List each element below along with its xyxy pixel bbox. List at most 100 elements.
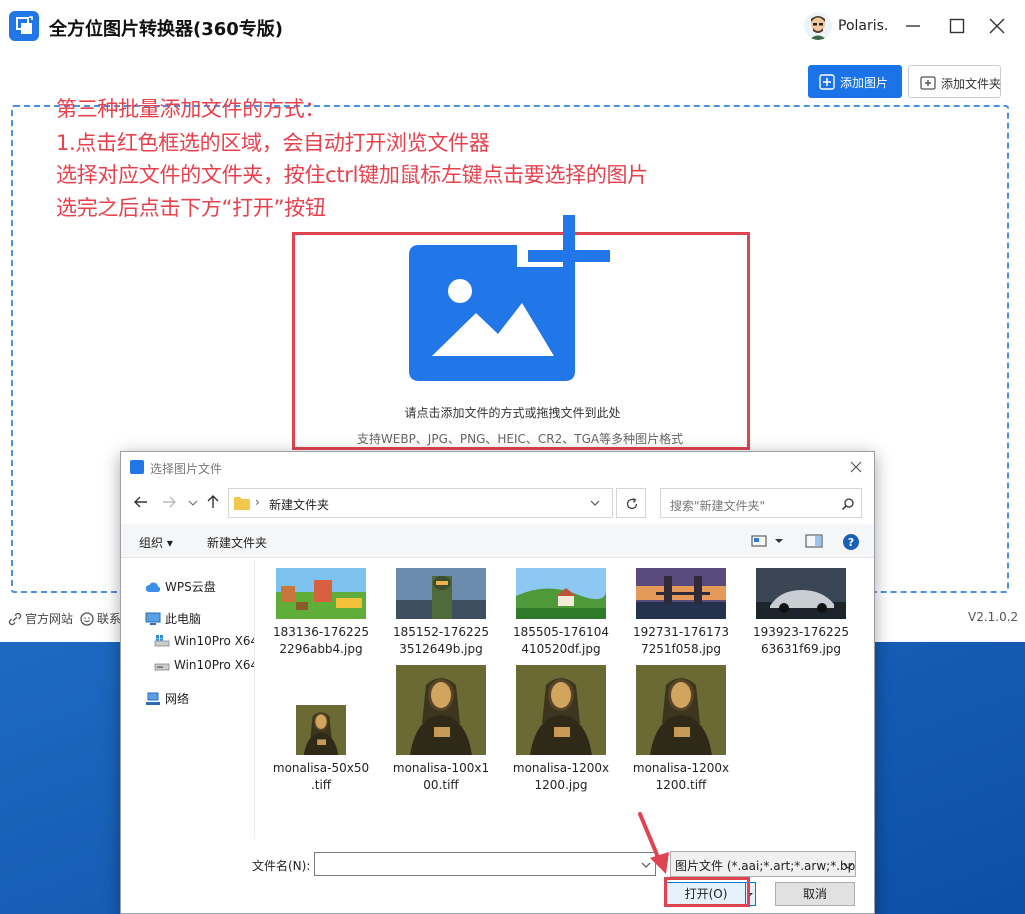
dialog-app-icon — [130, 460, 144, 474]
navigation-pane: WPS云盘 此电脑 Win10Pro X64 Win10Pro X64 网络 — [121, 559, 255, 839]
file-thumbnail[interactable] — [296, 705, 346, 755]
highlight-box-open — [664, 877, 750, 907]
view-options-icon[interactable] — [751, 533, 785, 549]
contact-icon — [80, 612, 94, 626]
new-folder-button[interactable]: 新建文件夹 — [207, 534, 267, 551]
minimize-button[interactable] — [897, 10, 929, 42]
forward-arrow-icon[interactable] — [159, 492, 179, 512]
add-folder-icon — [920, 76, 936, 90]
file-thumbnail[interactable] — [396, 665, 486, 755]
sidebar-item-drive-c[interactable]: Win10Pro X64 — [154, 634, 255, 648]
file-name[interactable]: 185505-176104 410520df.jpg — [507, 624, 615, 658]
dropzone-main-text: 请点击添加文件的方式或拖拽文件到此处 — [404, 406, 621, 420]
file-name[interactable]: 183136-176225 2296abb4.jpg — [267, 624, 375, 658]
sidebar-item-label: 此电脑 — [165, 612, 202, 626]
file-thumbnail[interactable] — [396, 568, 486, 619]
minimize-icon — [906, 25, 920, 27]
system-drive-icon — [154, 635, 170, 647]
file-thumbnail[interactable] — [516, 568, 606, 619]
version-label: V2.1.0.2 — [968, 610, 1019, 624]
instruction-line-4: 选完之后点击下方“打开”按钮 — [56, 196, 326, 220]
file-type-value: 图片文件 (*.aai;*.art;*.arw;*.bp — [675, 859, 856, 873]
recent-dropdown-icon[interactable] — [183, 492, 203, 512]
add-image-button[interactable]: 添加图片 — [808, 65, 902, 98]
game-screenshot-image — [276, 568, 366, 619]
file-thumbnail[interactable] — [636, 568, 726, 619]
file-type-select[interactable]: 图片文件 (*.aai;*.art;*.arw;*.bp — [670, 851, 856, 877]
folder-icon — [234, 497, 250, 510]
sidebar-item-label: Win10Pro X64 — [174, 658, 255, 672]
sidebar-item-label: Win10Pro X64 — [174, 634, 255, 648]
file-name[interactable]: monalisa-100x1 00.tiff — [387, 760, 495, 794]
back-arrow-icon[interactable] — [131, 492, 151, 512]
file-name[interactable]: 193923-176225 63631f69.jpg — [747, 624, 855, 658]
computer-icon — [145, 612, 161, 625]
dropzone-sub-text: 支持WEBP、JPG、PNG、HEIC、CR2、TGA等多种图片格式 — [356, 432, 684, 446]
add-folder-button[interactable]: 添加文件夹 — [908, 65, 1001, 98]
close-icon — [989, 18, 1005, 34]
svg-text:?: ? — [848, 536, 854, 549]
instruction-line-1: 第三种批量添加文件的方式： — [56, 97, 326, 121]
add-image-icon — [819, 74, 835, 90]
maximize-button[interactable] — [941, 10, 973, 42]
address-bar[interactable]: › 新建文件夹 — [228, 488, 613, 518]
sidebar-item-this-pc[interactable]: 此电脑 — [145, 610, 201, 627]
landscape-village-image — [516, 568, 606, 619]
close-button[interactable] — [981, 10, 1013, 42]
sidebar-item-wps-cloud[interactable]: WPS云盘 — [145, 578, 216, 595]
maximize-icon — [949, 18, 965, 34]
help-icon[interactable]: ? — [842, 533, 860, 551]
app-title: 全方位图片转换器(360专版) — [49, 19, 284, 40]
cloud-icon — [145, 582, 161, 592]
drive-icon — [154, 663, 170, 671]
chevron-down-icon — [843, 863, 853, 869]
file-name[interactable]: monalisa-50x50 .tiff — [267, 760, 375, 794]
preview-pane-icon[interactable] — [805, 533, 823, 549]
file-open-dialog: 选择图片文件 › 新建文件夹 搜索"新建文件夹" 组织 ▾ 新建文件夹 ? WP… — [120, 451, 875, 914]
sidebar-item-network[interactable]: 网络 — [145, 690, 189, 707]
mona-lisa-image — [296, 705, 346, 755]
chevron-down-icon[interactable] — [589, 497, 601, 509]
organize-menu[interactable]: 组织 ▾ — [139, 534, 173, 551]
armored-soldier-image — [396, 568, 486, 619]
breadcrumb-separator: › — [255, 495, 260, 509]
user-avatar[interactable] — [804, 12, 832, 40]
dialog-close-icon[interactable] — [847, 458, 865, 476]
file-name[interactable]: monalisa-1200x 1200.jpg — [507, 760, 615, 794]
sidebar-item-label: WPS云盘 — [165, 580, 216, 594]
address-path[interactable]: 新建文件夹 — [269, 496, 329, 513]
file-name[interactable]: 192731-176173 7251f058.jpg — [627, 624, 735, 658]
instruction-line-2: 1.点击红色框选的区域，会自动打开浏览文件器 — [56, 131, 490, 155]
dialog-title: 选择图片文件 — [150, 462, 223, 476]
cancel-button[interactable]: 取消 — [775, 882, 855, 906]
username[interactable]: Polaris. — [838, 18, 888, 34]
file-thumbnail[interactable] — [756, 568, 846, 619]
mona-lisa-image — [516, 665, 606, 755]
annotation-arrow-icon — [638, 812, 669, 874]
file-thumbnail[interactable] — [636, 665, 726, 755]
race-car-image — [756, 568, 846, 619]
search-input[interactable]: 搜索"新建文件夹" — [660, 488, 862, 518]
dialog-toolbar: 组织 ▾ 新建文件夹 ? — [121, 524, 874, 558]
add-image-large-icon[interactable] — [409, 215, 611, 383]
filename-label: 文件名(N): — [252, 859, 311, 873]
add-folder-label: 添加文件夹 — [941, 77, 1002, 91]
refresh-icon — [626, 497, 638, 510]
search-placeholder: 搜索"新建文件夹" — [670, 499, 766, 513]
contact-link[interactable]: 联系 — [80, 610, 121, 627]
link-icon — [8, 612, 22, 626]
file-name[interactable]: monalisa-1200x 1200.tiff — [627, 760, 735, 794]
file-thumbnail[interactable] — [516, 665, 606, 755]
mona-lisa-image — [396, 665, 486, 755]
official-site-link[interactable]: 官方网站 — [8, 610, 73, 627]
file-thumbnail[interactable] — [276, 568, 366, 619]
title-bar: 全方位图片转换器(360专版) Polaris. — [0, 0, 1025, 54]
filename-input[interactable] — [314, 852, 656, 876]
up-arrow-icon[interactable] — [203, 492, 223, 512]
file-name[interactable]: 185152-176225 3512649b.jpg — [387, 624, 495, 658]
sidebar-item-drive-d[interactable]: Win10Pro X64 — [154, 658, 255, 672]
mona-lisa-image — [636, 665, 726, 755]
official-site-label: 官方网站 — [25, 612, 74, 626]
refresh-button[interactable] — [616, 488, 646, 518]
search-icon — [841, 498, 854, 511]
